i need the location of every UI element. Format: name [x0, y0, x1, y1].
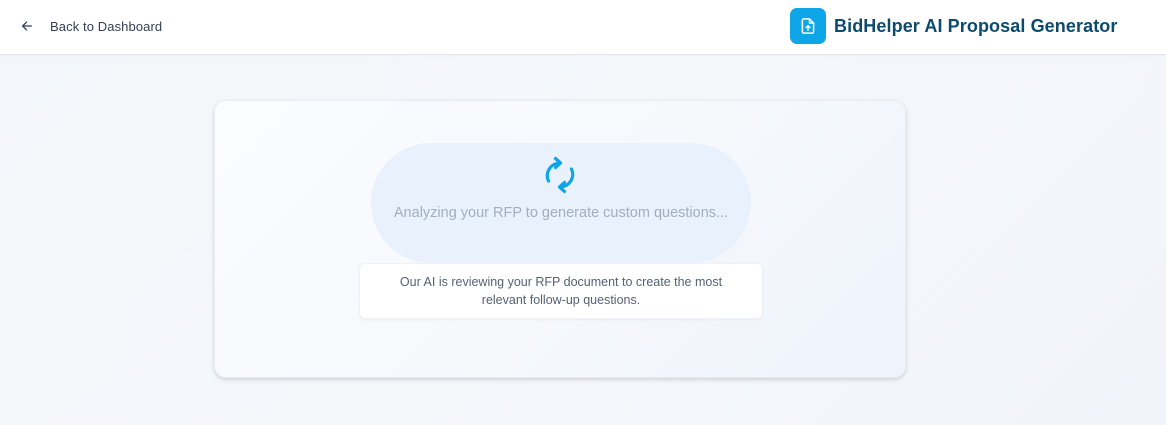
back-to-dashboard-link[interactable]: Back to Dashboard	[14, 14, 168, 38]
loading-indicator: Analyzing your RFP to generate custom qu…	[371, 143, 751, 263]
brand-logo	[790, 8, 826, 44]
refresh-icon	[545, 156, 575, 194]
back-link-label: Back to Dashboard	[50, 18, 163, 34]
arrow-left-icon	[21, 21, 33, 31]
top-bar: Back to Dashboard BidHelper AI Proposal …	[0, 0, 1166, 55]
brand: BidHelper AI Proposal Generator	[790, 8, 1118, 44]
analysis-card: Analyzing your RFP to generate custom qu…	[214, 100, 906, 378]
file-upload-icon	[801, 18, 815, 34]
app-title: BidHelper AI Proposal Generator	[834, 15, 1118, 36]
loading-message: Analyzing your RFP to generate custom qu…	[393, 205, 729, 221]
info-message: Our AI is reviewing your RFP document to…	[399, 275, 723, 307]
info-box: Our AI is reviewing your RFP document to…	[359, 263, 763, 319]
